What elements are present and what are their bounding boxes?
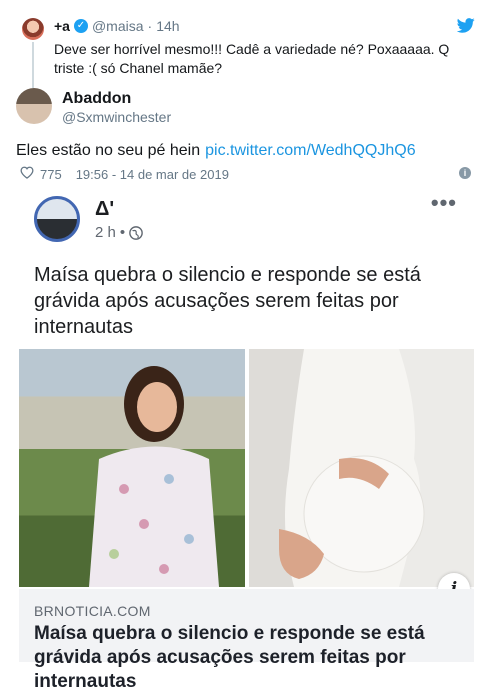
verified-icon: ✓ <box>73 19 88 33</box>
photo-left-panel <box>19 349 245 587</box>
globe-icon <box>129 225 143 240</box>
reply-separator: · <box>147 18 153 34</box>
main-tweet-body: Eles estão no seu pé hein <box>16 142 201 159</box>
reply-author-name[interactable]: +a <box>54 18 70 34</box>
post-meta: 2 h • <box>95 224 143 241</box>
tweet-media-link[interactable]: pic.twitter.com/WedhQQJhQ6 <box>205 142 415 159</box>
main-author-name[interactable]: Abaddon <box>62 90 131 108</box>
reply-time[interactable]: 14h <box>156 18 179 34</box>
heart-icon[interactable] <box>20 166 34 182</box>
more-options-icon[interactable]: ••• <box>431 192 457 214</box>
tweet-timestamp[interactable]: 19:56 - 14 de mar de 2019 <box>76 167 229 182</box>
reply-text: Deve ser horrível mesmo!!! Cadê a varied… <box>54 41 450 76</box>
reply-header: +a ✓ @maisa · 14h <box>54 18 180 34</box>
main-author-avatar[interactable] <box>16 88 52 124</box>
post-photo[interactable] <box>19 349 474 587</box>
like-count[interactable]: 775 <box>40 167 62 182</box>
page-avatar[interactable] <box>34 196 80 242</box>
reply-author-handle[interactable]: @maisa <box>92 18 144 34</box>
post-time[interactable]: 2 h <box>95 224 116 241</box>
link-title[interactable]: Maísa quebra o silencio e responde se es… <box>34 622 454 694</box>
tweet-meta-row: 775 19:56 - 14 de mar de 2019 <box>20 166 229 182</box>
reply-author-avatar[interactable] <box>22 18 44 40</box>
main-tweet-text: Eles estão no seu pé hein pic.twitter.com… <box>16 142 416 160</box>
thread-connector-line <box>32 42 34 88</box>
page-name[interactable]: Δ' <box>95 198 114 221</box>
meta-bullet: • <box>119 224 126 241</box>
photo-right-panel <box>249 349 474 587</box>
main-author-handle[interactable]: @Sxmwinchester <box>62 109 171 125</box>
post-headline: Maísa quebra o silencio e responde se es… <box>34 264 421 338</box>
link-domain: BRNOTICIA.COM <box>34 603 151 619</box>
info-icon[interactable]: i <box>459 167 471 179</box>
twitter-bird-icon[interactable] <box>456 18 475 38</box>
